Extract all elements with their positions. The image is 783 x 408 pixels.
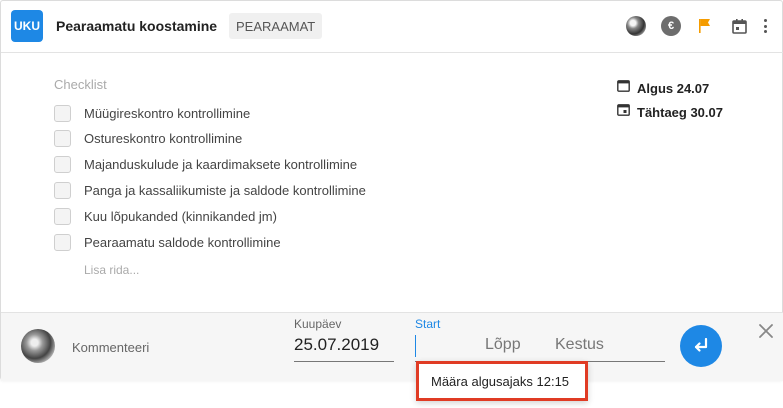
checklist-checkbox[interactable] (54, 155, 71, 173)
checklist-item-label: Ostureskontro kontrollimine (84, 130, 243, 146)
start-time-suggestion[interactable]: Määra algusajaks 12:15 (416, 361, 588, 401)
checklist-checkbox[interactable] (54, 129, 71, 147)
checklist-item[interactable]: Pearaamatu saldode kontrollimine (54, 232, 281, 252)
task-tag[interactable]: PEARAAMAT (229, 13, 323, 39)
checklist-checkbox[interactable] (54, 104, 71, 122)
due-date[interactable]: Tähtaeg 30.07 (617, 103, 723, 121)
end-time-field[interactable]: Lõpp (485, 336, 521, 354)
task-header: UKU Pearaamatu koostamine PEARAAMAT € (1, 1, 783, 53)
calendar-icon (617, 79, 630, 97)
checklist-item[interactable]: Müügireskontro kontrollimine (54, 103, 250, 123)
checklist-checkbox[interactable] (54, 181, 71, 199)
user-avatar-icon[interactable] (626, 16, 646, 36)
checklist-checkbox[interactable] (54, 233, 71, 251)
checklist-item[interactable]: Kuu lõpukanded (kinnikanded jm) (54, 206, 277, 226)
checklist-item-label: Panga ja kassaliikumiste ja saldode kont… (84, 182, 366, 198)
submit-button[interactable] (680, 325, 722, 367)
checklist-item[interactable]: Majanduskulude ja kaardimaksete kontroll… (54, 154, 357, 174)
comment-input[interactable]: Kommenteeri (72, 340, 149, 355)
start-date-text: Algus 24.07 (637, 80, 710, 96)
project-badge[interactable]: UKU (11, 10, 43, 42)
avatar (21, 329, 55, 363)
checklist-item-label: Majanduskulude ja kaardimaksete kontroll… (84, 156, 358, 172)
date-field[interactable]: 25.07.2019 (294, 335, 379, 355)
date-field-label: Kuupäev (294, 317, 342, 331)
checklist-heading: Checklist (54, 77, 107, 92)
start-date[interactable]: Algus 24.07 (617, 79, 709, 97)
task-title[interactable]: Pearaamatu koostamine (56, 18, 217, 34)
enter-icon (694, 338, 708, 352)
checklist-item-label: Müügireskontro kontrollimine (84, 105, 251, 121)
checklist-item-label: Kuu lõpukanded (kinnikanded jm) (84, 208, 277, 224)
duration-field[interactable]: Kestus (555, 336, 604, 354)
add-row-link[interactable]: Lisa rida... (84, 263, 139, 277)
due-date-text: Tähtaeg 30.07 (637, 104, 723, 120)
task-card: UKU Pearaamatu koostamine PEARAAMAT € Ch… (0, 0, 783, 381)
checklist-item[interactable]: Ostureskontro kontrollimine (54, 128, 242, 148)
calendar-icon (617, 103, 630, 121)
checklist-item[interactable]: Panga ja kassaliikumiste ja saldode kont… (54, 180, 366, 200)
euro-icon[interactable]: € (661, 16, 681, 36)
text-caret (415, 335, 416, 357)
time-entry-bar: Kommenteeri Kuupäev 25.07.2019 Start Lõp… (1, 312, 783, 381)
flag-icon[interactable] (695, 16, 715, 36)
more-vertical-icon[interactable] (759, 16, 771, 36)
date-field-underline (294, 361, 394, 362)
close-icon[interactable] (757, 322, 775, 340)
calendar-icon[interactable] (729, 16, 749, 36)
checklist-item-label: Pearaamatu saldode kontrollimine (84, 234, 281, 250)
checklist-checkbox[interactable] (54, 207, 71, 225)
start-field-label: Start (415, 317, 441, 331)
